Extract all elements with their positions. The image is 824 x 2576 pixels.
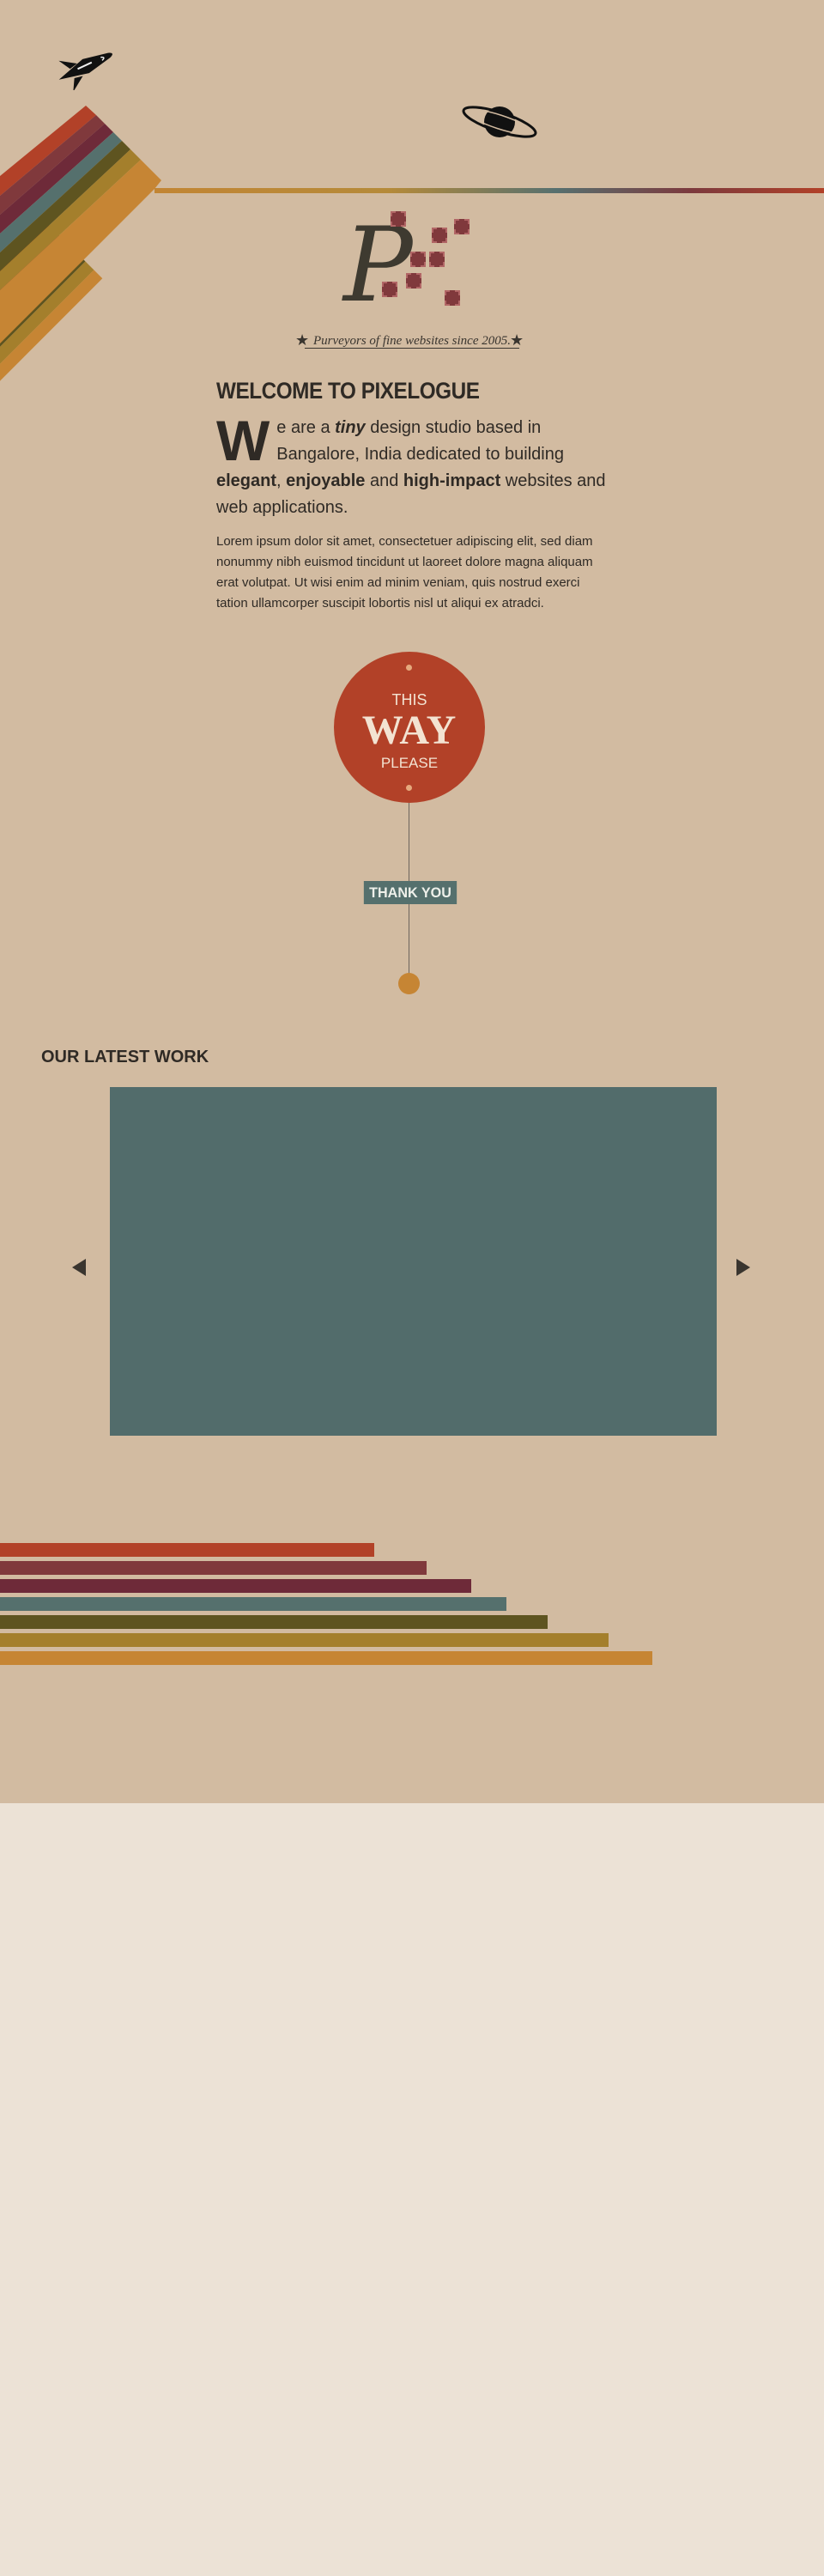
circle-dot [406,665,412,671]
planet-icon [462,106,537,138]
this-way-please-button[interactable]: THIS WAY PLEASE [334,652,485,803]
connector-end-dot [398,973,420,994]
logo-pixel [391,211,406,227]
logo-pixel [454,219,470,234]
footer-stripe [0,1579,471,1593]
hero-section: P ★ Purveyors of fine websites since 200… [0,0,824,1803]
footer-stripe [0,1543,374,1557]
lead-text: , [276,471,287,490]
cta-please: PLEASE [380,755,439,771]
intro-lead: We are a tiny design studio based in Ban… [216,409,611,521]
footer-stripe [0,1651,652,1665]
footer-stripe [0,1615,548,1629]
logo-pixel [429,252,445,267]
latest-work-heading: OUR LATEST WORK [41,1048,209,1066]
next-arrow-icon[interactable] [736,1259,750,1276]
header-divider-line [154,188,824,193]
prev-arrow-icon[interactable] [72,1259,86,1276]
drop-cap: W [216,409,270,472]
lead-text: and [365,471,403,490]
logo-pixel [382,282,397,297]
tagline: Purveyors of fine websites since 2005. [292,333,532,349]
footer-stripe [0,1597,506,1611]
footer-stripe [0,1633,609,1647]
logo-letter: P [343,206,413,325]
welcome-section: WELCOME TO PIXELOGUE We are a tiny desig… [216,378,611,614]
footer-stripe [0,1561,427,1575]
thank-you-button[interactable]: THANK YOU [363,881,457,904]
intro-body: Lorem ipsum dolor sit amet, consectetuer… [216,534,593,611]
star-icon: ★ [510,331,524,349]
logo-pixel [445,290,460,306]
diagonal-stripes-band [0,106,161,343]
welcome-title: WELCOME TO PIXELOGUE [216,378,480,404]
lead-elegant: elegant [216,471,277,490]
logo-pixel [410,252,426,267]
space-shuttle-icon [58,52,112,90]
circle-dot [406,785,412,791]
lead-enjoyable: enjoyable [286,471,366,490]
lead-high-impact: high-impact [403,471,501,490]
work-slide[interactable] [110,1087,717,1436]
tagline-text: Purveyors of fine websites since 2005. [305,334,519,349]
lead-text: e are a [276,418,336,437]
logo-pixel [432,228,447,243]
lead-tiny: tiny [335,418,366,437]
logo-pixel [406,273,421,289]
cta-way: WAY [361,708,457,753]
